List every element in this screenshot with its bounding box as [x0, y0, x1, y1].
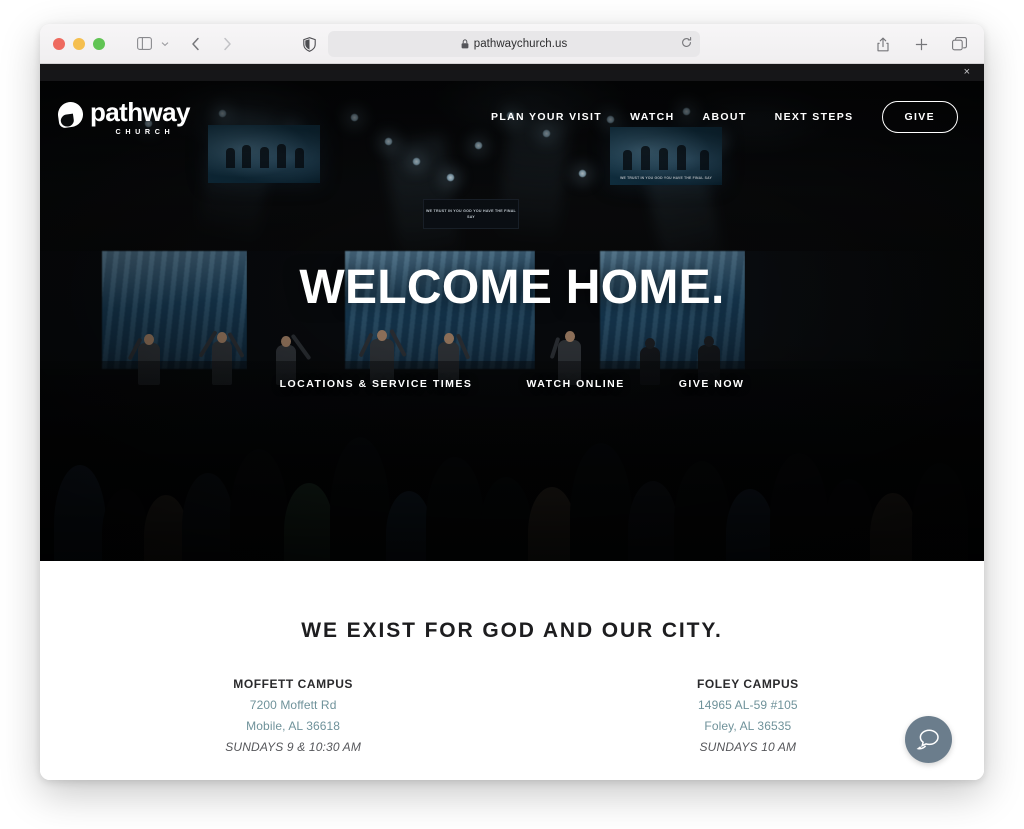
campus-card-foley: FOLEY CAMPUS 14965 AL-59 #105 Foley, AL … [697, 677, 799, 754]
logo-wordmark: pathway [90, 96, 190, 127]
give-button[interactable]: GIVE [881, 101, 958, 133]
sidebar-chevron-down-icon[interactable] [158, 31, 172, 57]
mission-section: WE EXIST FOR GOD AND OUR CITY. MOFFETT C… [40, 561, 984, 780]
tab-overview-icon[interactable] [946, 31, 972, 57]
hero-cta-row: LOCATIONS & SERVICE TIMES WATCH ONLINE G… [40, 378, 984, 390]
chat-widget-button[interactable] [905, 716, 952, 763]
privacy-shield-icon[interactable] [296, 31, 322, 57]
navigation-controls[interactable] [182, 31, 240, 57]
forward-arrow-icon[interactable] [214, 31, 240, 57]
browser-toolbar: pathwaychurch.us [40, 24, 984, 64]
campus-address-line-1[interactable]: 14965 AL-59 #105 [697, 698, 799, 712]
campus-address-line-1[interactable]: 7200 Moffett Rd [225, 698, 361, 712]
section-title: WE EXIST FOR GOD AND OUR CITY. [301, 619, 723, 642]
reload-icon[interactable] [681, 35, 692, 53]
campus-address-line-2[interactable]: Foley, AL 36535 [697, 719, 799, 733]
main-navigation: PLAN YOUR VISIT WATCH ABOUT NEXT STEPS G… [491, 101, 958, 133]
zoom-window-button[interactable] [93, 37, 105, 50]
nav-item-next-steps[interactable]: NEXT STEPS [775, 111, 854, 123]
campus-list: MOFFETT CAMPUS 7200 Moffett Rd Mobile, A… [40, 677, 984, 754]
close-window-button[interactable] [53, 37, 65, 50]
plus-icon[interactable] [908, 31, 934, 57]
site-top-banner: × [40, 64, 984, 81]
url-text: pathwaychurch.us [473, 38, 568, 50]
minimize-window-button[interactable] [73, 37, 85, 50]
page-viewport: × pathway CHURCH PLAN YOUR VISIT WATCH A… [40, 64, 984, 780]
hero-background-photo: WE TRUST IN YOU GOD YOU HAVE THE FINAL S… [40, 81, 984, 561]
share-icon[interactable] [870, 31, 896, 57]
back-arrow-icon[interactable] [182, 31, 208, 57]
sidebar-toggle-icon[interactable] [131, 31, 157, 57]
hero-title: WELCOME HOME. [299, 261, 725, 314]
nav-item-plan-your-visit[interactable]: PLAN YOUR VISIT [491, 111, 602, 123]
hero-section: WE TRUST IN YOU GOD YOU HAVE THE FINAL S… [40, 81, 984, 561]
cta-watch-online[interactable]: WATCH ONLINE [526, 378, 624, 390]
address-bar[interactable]: pathwaychurch.us [328, 31, 700, 57]
logo-subtext: CHURCH [115, 126, 175, 136]
campus-service-times: SUNDAYS 10 AM [699, 740, 797, 754]
window-traffic-lights[interactable] [53, 37, 105, 50]
campus-name: MOFFETT CAMPUS [233, 677, 353, 691]
cta-give-now[interactable]: GIVE NOW [679, 378, 745, 390]
chat-bubbles-icon [916, 729, 939, 750]
browser-window: pathwaychurch.us × pathway CHURCH PLAN Y… [40, 24, 984, 780]
close-icon[interactable]: × [964, 66, 970, 79]
nav-item-about[interactable]: ABOUT [703, 111, 747, 123]
campus-name: FOLEY CAMPUS [697, 677, 799, 691]
campus-card-moffett: MOFFETT CAMPUS 7200 Moffett Rd Mobile, A… [225, 677, 361, 754]
lock-icon [461, 39, 469, 49]
site-logo[interactable]: pathway CHURCH [56, 96, 190, 136]
pathway-logo-icon [56, 99, 85, 129]
toolbar-right-actions[interactable] [870, 31, 972, 57]
nav-item-watch[interactable]: WATCH [630, 111, 674, 123]
sidebar-controls[interactable] [131, 31, 172, 57]
cta-locations-service-times[interactable]: LOCATIONS & SERVICE TIMES [280, 378, 473, 390]
site-header: pathway CHURCH PLAN YOUR VISIT WATCH ABO… [40, 81, 984, 153]
campus-address-line-2[interactable]: Mobile, AL 36618 [225, 719, 361, 733]
campus-service-times: SUNDAYS 9 & 10:30 AM [225, 740, 361, 754]
